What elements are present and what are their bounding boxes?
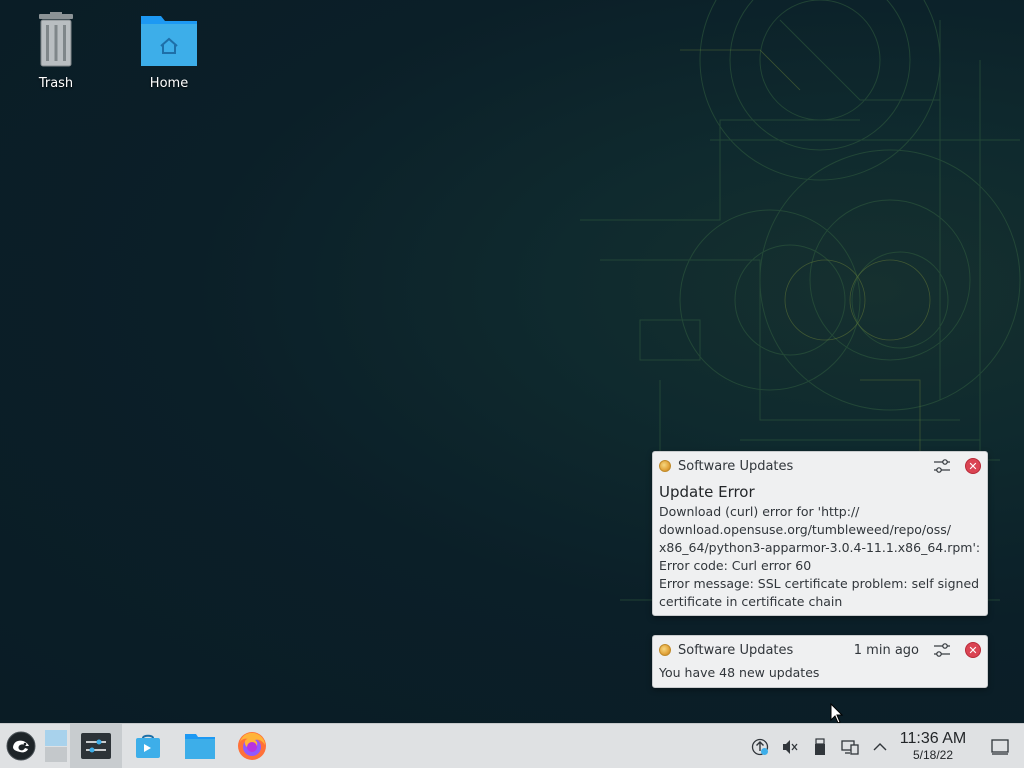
- taskbar-dolphin[interactable]: [174, 724, 226, 768]
- mouse-cursor-icon: [830, 703, 844, 724]
- taskbar: 11:36 AM 5/18/22: [0, 723, 1024, 768]
- software-update-icon: [659, 644, 671, 656]
- tray-volume[interactable]: [775, 724, 805, 768]
- notification-body: Update Error Download (curl) error for '…: [653, 480, 987, 617]
- configure-icon[interactable]: [933, 458, 951, 474]
- desktop-icon-home[interactable]: Home: [124, 0, 214, 91]
- tray-devices[interactable]: [805, 724, 835, 768]
- tray-expand-button[interactable]: [865, 724, 895, 768]
- taskbar-system-settings[interactable]: [70, 723, 122, 768]
- notification-app-name: Software Updates: [678, 642, 794, 658]
- system-tray: [745, 724, 895, 768]
- digital-clock[interactable]: 11:36 AM 5/18/22: [896, 730, 970, 762]
- notification-header: Software Updates 1 min ago ✕: [653, 636, 987, 664]
- system-settings-icon: [81, 733, 111, 759]
- close-icon[interactable]: ✕: [965, 642, 981, 658]
- expand-tray-icon: [873, 742, 887, 750]
- notification-text-line: Error message: SSL certificate problem: …: [659, 576, 980, 591]
- notification-text-line: certificate in certificate chain: [659, 594, 843, 609]
- notification-text-line: Download (curl) error for 'http://: [659, 504, 860, 519]
- show-desktop-icon: [991, 738, 1009, 755]
- discover-icon: [136, 734, 160, 758]
- clock-time: 11:36 AM: [899, 730, 967, 747]
- tray-network[interactable]: [835, 724, 865, 768]
- pager-button[interactable]: [42, 724, 70, 768]
- firefox-icon: [238, 732, 266, 760]
- desktop-icon-label: Home: [149, 76, 189, 91]
- application-launcher-button[interactable]: [0, 724, 42, 768]
- taskbar-firefox[interactable]: [226, 724, 278, 768]
- notification-time: 1 min ago: [853, 642, 919, 658]
- notification-text-line: download.opensuse.org/tumbleweed/repo/os…: [659, 522, 952, 537]
- tray-updates[interactable]: [745, 724, 775, 768]
- pager-icon: [45, 730, 67, 762]
- notification-body: You have 48 new updates: [653, 664, 987, 688]
- show-desktop-button[interactable]: [985, 724, 1015, 768]
- notification-text: You have 48 new updates: [659, 665, 820, 680]
- usb-device-icon: [815, 737, 825, 755]
- notification-text-line: Error code: Curl error 60: [659, 558, 812, 573]
- dolphin-icon: [185, 734, 215, 759]
- configure-icon[interactable]: [933, 642, 951, 658]
- clock-date: 5/18/22: [912, 748, 954, 762]
- taskbar-discover[interactable]: [122, 724, 174, 768]
- opensuse-menu-icon: [6, 731, 36, 761]
- notification-update-error[interactable]: Software Updates ✕ Update Error Download…: [652, 451, 988, 616]
- update-icon: [751, 738, 769, 755]
- home-folder-icon: [139, 10, 199, 70]
- network-icon: [841, 739, 859, 755]
- notification-text-line: x86_64/python3-apparmor-3.0.4-11.1.x86_6…: [659, 540, 981, 555]
- trash-icon: [26, 10, 86, 70]
- notification-title: Update Error: [659, 483, 755, 501]
- notification-header: Software Updates ✕: [653, 452, 987, 480]
- software-update-icon: [659, 460, 671, 472]
- desktop-icon-label: Trash: [38, 76, 74, 91]
- notification-new-updates[interactable]: Software Updates 1 min ago ✕ You have 48…: [652, 635, 988, 688]
- volume-muted-icon: [783, 739, 798, 754]
- desktop-icon-trash[interactable]: Trash: [11, 0, 101, 91]
- notification-app-name: Software Updates: [678, 458, 794, 474]
- close-icon[interactable]: ✕: [965, 458, 981, 474]
